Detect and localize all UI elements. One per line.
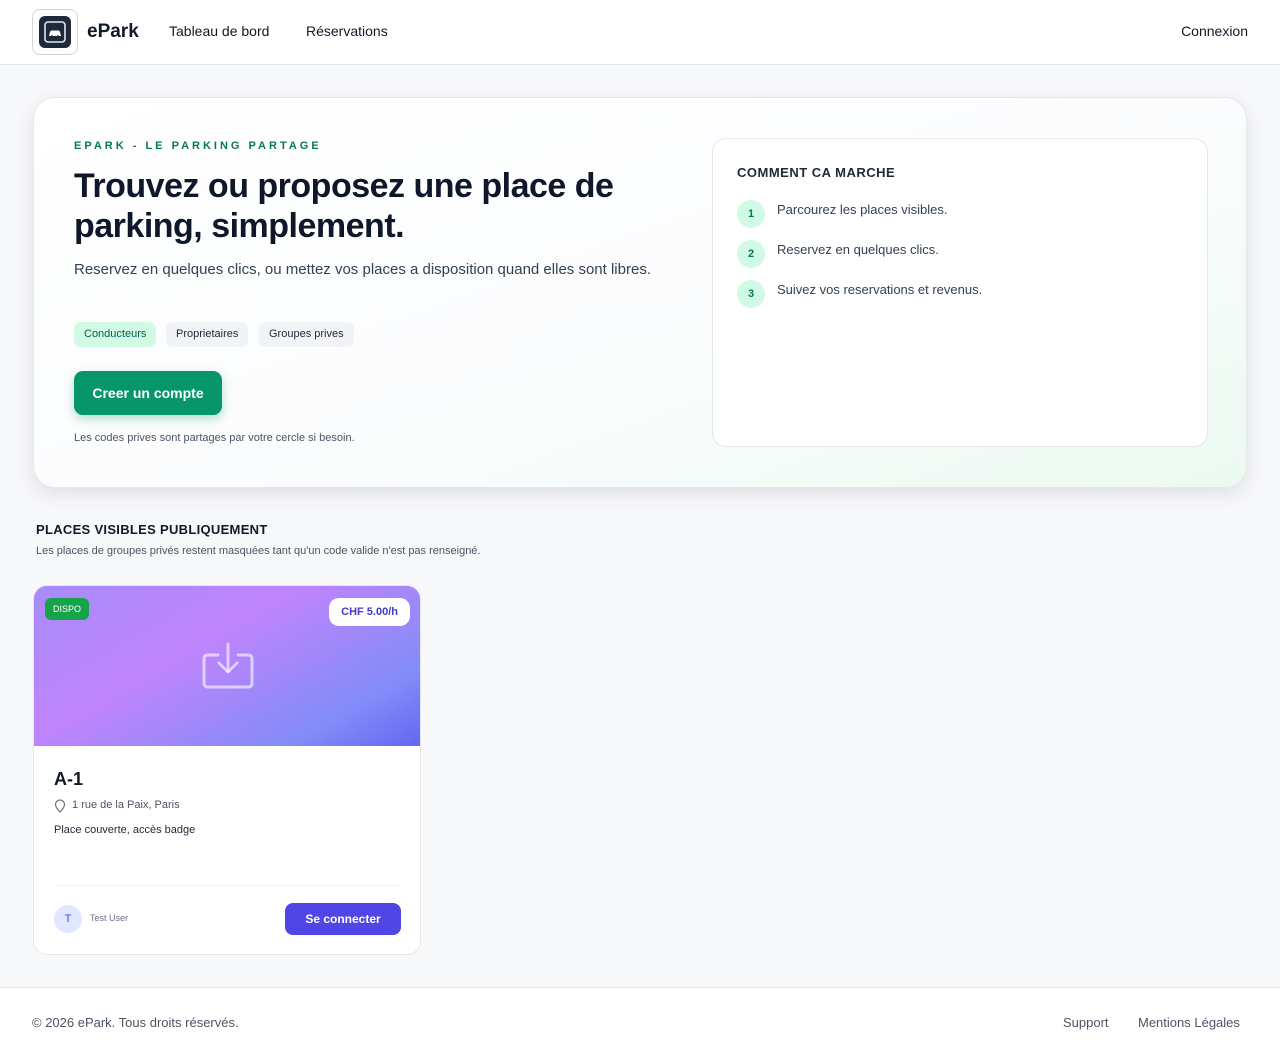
step-text: Suivez vos reservations et revenus. [777, 282, 983, 297]
section-subtitle: Les places de groupes privés restent mas… [36, 545, 481, 557]
connect-button[interactable]: Se connecter [285, 903, 401, 935]
step-text: Reservez en quelques clics. [777, 242, 939, 257]
hero-subtitle: Reservez en quelques clics, ou mettez vo… [74, 261, 651, 278]
owner-name: Test User [90, 913, 129, 923]
top-header: ePark Tableau de bord Réservations Conne… [0, 0, 1280, 65]
hero-eyebrow: EPARK - LE PARKING PARTAGE [74, 140, 322, 152]
parking-spot-card[interactable]: DISPO CHF 5.00/h A-1 1 rue de la Paix, P… [33, 585, 421, 955]
card-divider [54, 885, 402, 886]
spot-name: A-1 [54, 769, 84, 789]
avatar: T [54, 905, 82, 933]
page-footer: © 2026 ePark. Tous droits réservés. Supp… [0, 987, 1280, 1056]
step-number: 2 [737, 240, 765, 268]
location-pin-icon [54, 799, 66, 813]
price-badge: CHF 5.00/h [329, 598, 410, 626]
status-badge: DISPO [45, 598, 90, 620]
chip-drivers: Conducteurs [74, 322, 157, 347]
brand-name[interactable]: ePark [87, 21, 139, 43]
legal-link[interactable]: Mentions Légales [1138, 1015, 1240, 1030]
download-image-icon [202, 642, 254, 689]
section-title: PLACES VISIBLES PUBLIQUEMENT [36, 522, 268, 537]
how-it-works-title: COMMENT CA MARCHE [737, 165, 896, 180]
step-text: Parcourez les places visibles. [777, 202, 948, 217]
copyright: © 2026 ePark. Tous droits réservés. [32, 1015, 239, 1030]
hero-note: Les codes prives sont partages par votre… [74, 432, 355, 444]
login-link[interactable]: Connexion [1181, 23, 1248, 39]
hero-title: Trouvez ou proposez une place de parking… [74, 167, 614, 245]
nav-reservations[interactable]: Réservations [306, 23, 388, 39]
nav-dashboard[interactable]: Tableau de bord [169, 23, 269, 39]
chip-private-groups: Groupes prives [259, 322, 354, 347]
logo[interactable] [32, 9, 78, 55]
support-link[interactable]: Support [1063, 1015, 1109, 1030]
chip-owners: Proprietaires [166, 322, 249, 347]
step-number: 1 [737, 200, 765, 228]
create-account-button[interactable]: Creer un compte [74, 371, 222, 415]
spot-description: Place couverte, accès badge [54, 824, 196, 836]
how-it-works-panel: COMMENT CA MARCHE 1 Parcourez les places… [712, 138, 1208, 447]
hero-card: EPARK - LE PARKING PARTAGE Trouvez ou pr… [33, 97, 1247, 488]
epark-logo-icon [39, 16, 71, 48]
spot-image-placeholder: DISPO CHF 5.00/h [34, 586, 420, 746]
spot-address: 1 rue de la Paix, Paris [72, 799, 180, 811]
step-number: 3 [737, 280, 765, 308]
